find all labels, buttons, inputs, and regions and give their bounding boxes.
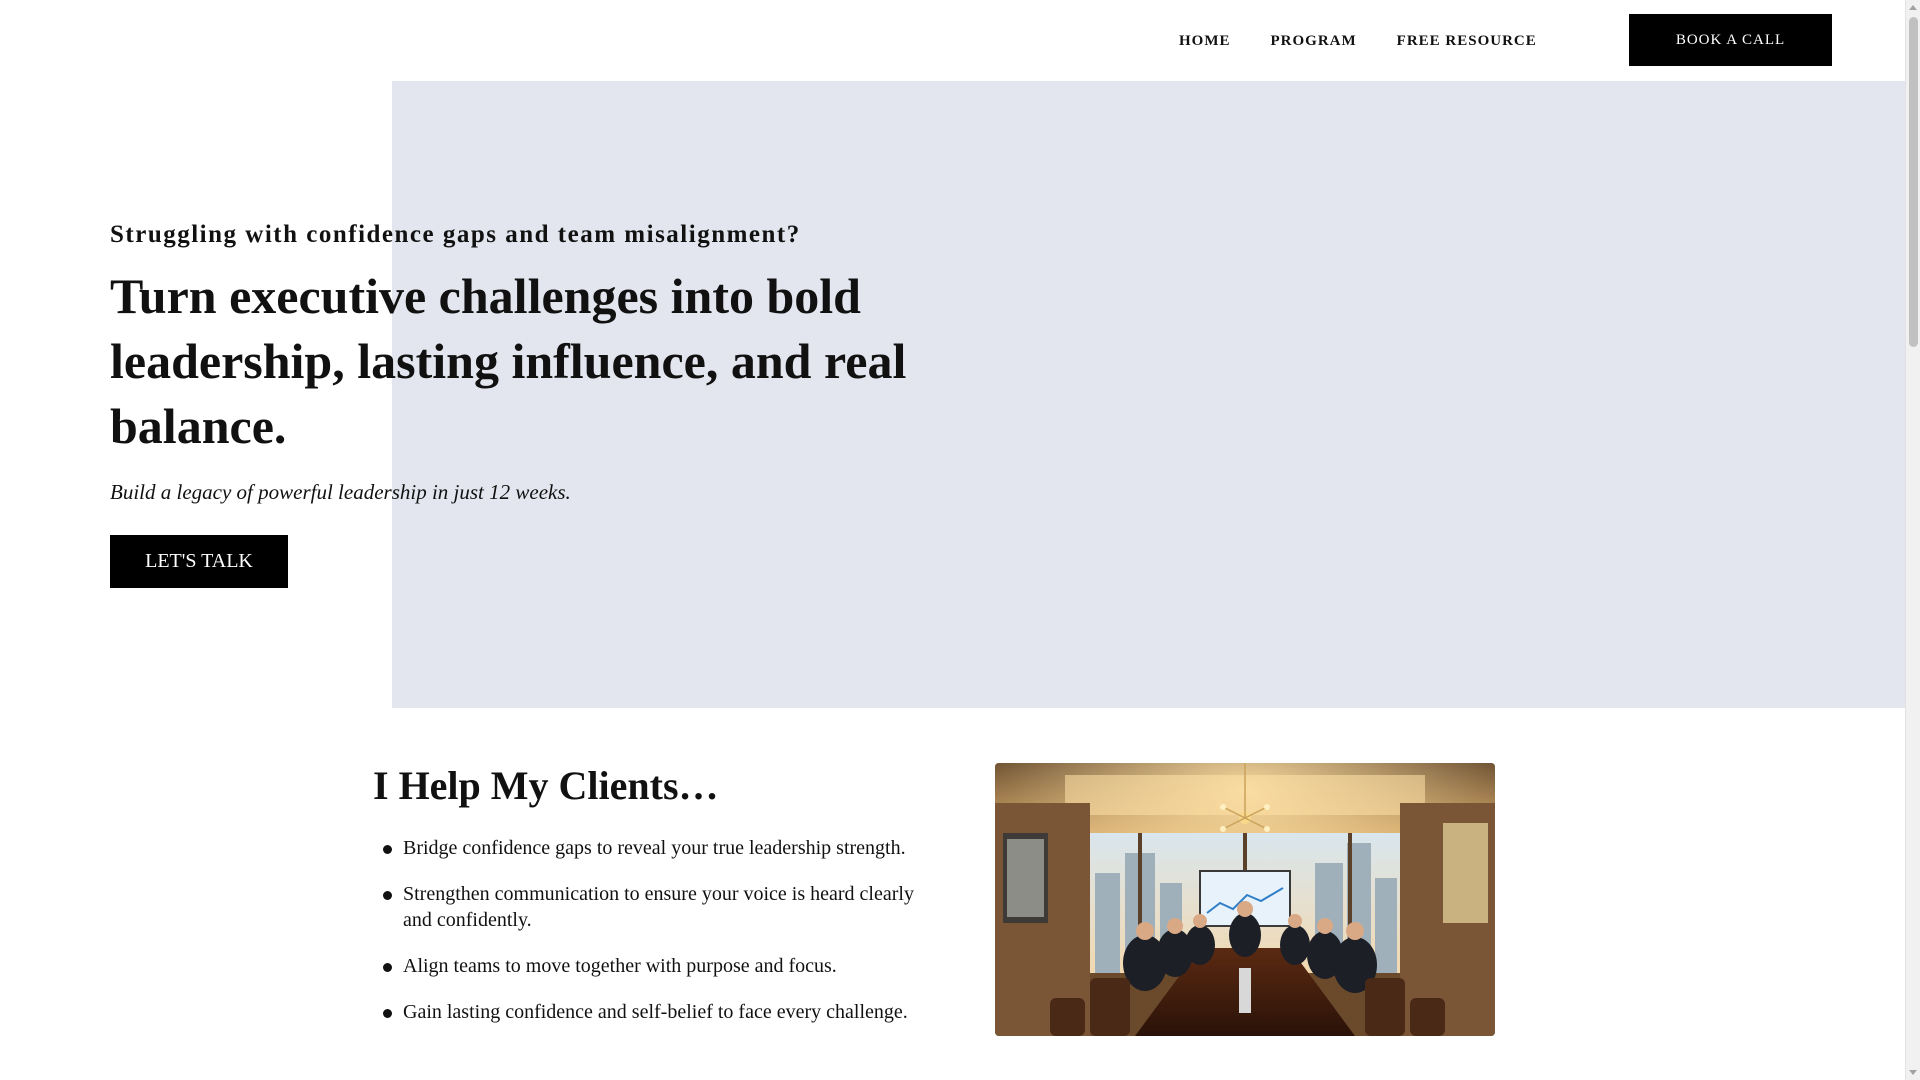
hero-subtitle: Build a legacy of powerful leadership in… — [110, 480, 571, 504]
scrollbar-thumb[interactable] — [1909, 17, 1918, 347]
list-item: Bridge confidence gaps to reveal your tr… — [383, 835, 933, 861]
clients-benefits-list: Bridge confidence gaps to reveal your tr… — [383, 835, 933, 1045]
list-item-text: Bridge confidence gaps to reveal your tr… — [403, 837, 906, 859]
bullet-icon — [383, 845, 392, 854]
bullet-icon — [383, 963, 392, 972]
clients-title-suffix: … — [678, 763, 719, 808]
hero-title: Turn executive challenges into bold lead… — [110, 268, 907, 454]
nav-link-free-resource[interactable]: FREE RESOURCE — [1397, 33, 1537, 50]
clients-title-prefix: I Help My — [373, 763, 559, 808]
list-item: Gain lasting confidence and self-belief … — [383, 999, 933, 1025]
book-a-call-button[interactable]: BOOK A CALL — [1629, 14, 1832, 66]
list-item: Align teams to move together with purpos… — [383, 953, 933, 979]
nav-link-home[interactable]: HOME — [1179, 33, 1231, 50]
hero-eyebrow: Struggling with confidence gaps and team… — [110, 221, 801, 248]
scroll-down-arrow-icon[interactable] — [1909, 1070, 1917, 1075]
nav-link-program[interactable]: PROGRAM — [1271, 33, 1357, 50]
list-item-text: Strengthen communication to ensure your … — [403, 883, 914, 931]
boardroom-meeting-photo — [995, 763, 1495, 1036]
clients-title-bold: Clients — [558, 763, 679, 808]
list-item: Strengthen communication to ensure your … — [383, 881, 933, 933]
lets-talk-button[interactable]: LET'S TALK — [110, 535, 288, 588]
bullet-icon — [383, 1009, 392, 1018]
page-scrollbar[interactable] — [1905, 0, 1920, 1080]
list-item-text: Gain lasting confidence and self-belief … — [403, 1001, 908, 1023]
list-item-text: Align teams to move together with purpos… — [403, 955, 837, 977]
site-header: HOME PROGRAM FREE RESOURCE BOOK A CALL — [0, 0, 1905, 81]
clients-title: I Help My Clients… — [373, 762, 719, 809]
bullet-icon — [383, 891, 392, 900]
scroll-up-arrow-icon[interactable] — [1909, 5, 1917, 10]
main-nav: HOME PROGRAM FREE RESOURCE — [1179, 33, 1577, 50]
